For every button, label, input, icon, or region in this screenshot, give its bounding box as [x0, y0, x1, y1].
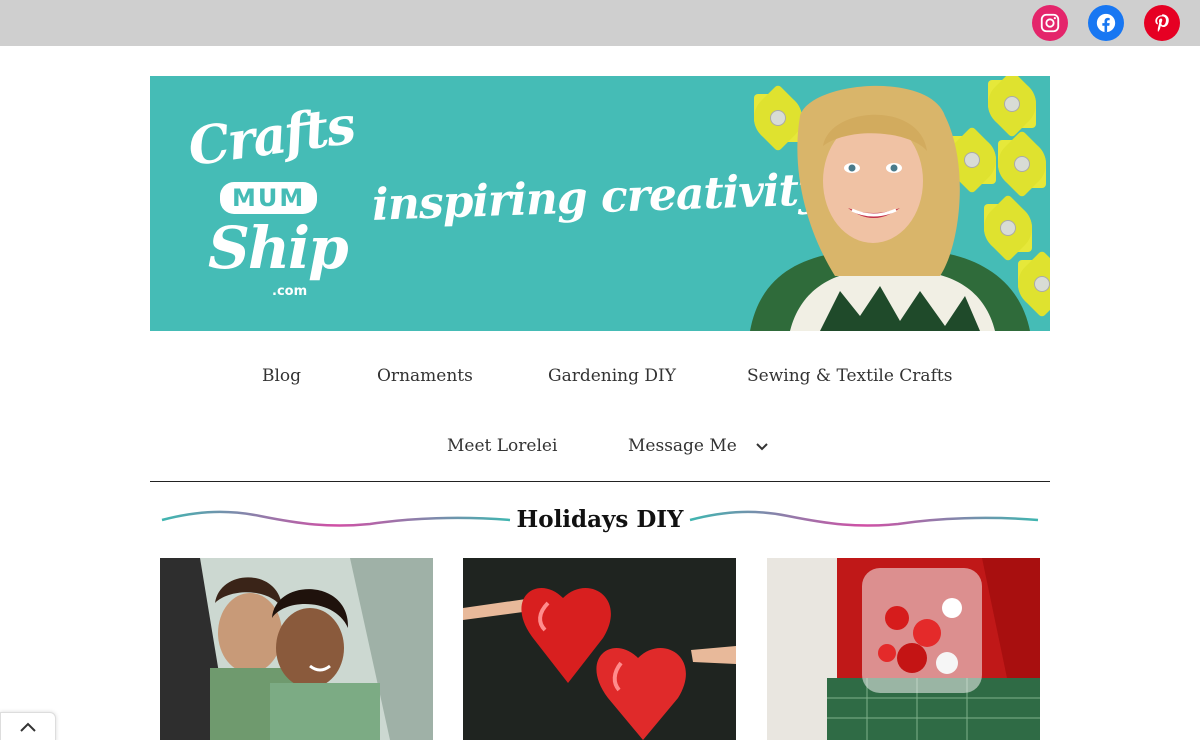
girls-in-car-photo — [160, 558, 433, 740]
post-card-image[interactable] — [463, 558, 736, 740]
back-to-top-button[interactable] — [0, 712, 56, 740]
logo-line-ship: Ship — [208, 214, 349, 282]
logo-domain: .com — [272, 284, 308, 299]
post-card-image[interactable] — [767, 558, 1040, 740]
logo-line-crafts: Crafts — [184, 94, 358, 179]
post-card-image[interactable] — [160, 558, 433, 740]
main-navigation: Blog Ornaments Gardening DIY Sewing & Te… — [150, 340, 1050, 482]
instagram-link[interactable] — [1032, 5, 1068, 41]
nav-item-sewing-textile-crafts[interactable]: Sewing & Textile Crafts — [747, 366, 952, 386]
red-jar-crafts-photo — [767, 558, 1040, 740]
instagram-icon — [1040, 13, 1060, 33]
pinterest-link[interactable] — [1144, 5, 1180, 41]
logo-mum-badge: MUM — [220, 182, 318, 214]
site-banner[interactable]: Crafts MUM Ship .com inspiring creativit… — [150, 76, 1050, 331]
nav-item-meet-lorelei[interactable]: Meet Lorelei — [447, 436, 557, 456]
facebook-icon — [1096, 13, 1116, 33]
nav-item-gardening-diy[interactable]: Gardening DIY — [548, 366, 676, 386]
top-social-bar — [0, 0, 1200, 46]
pinterest-icon — [1155, 14, 1169, 32]
facebook-link[interactable] — [1088, 5, 1124, 41]
heart-balloons-photo — [463, 558, 736, 740]
nav-item-ornaments[interactable]: Ornaments — [377, 366, 473, 386]
nav-item-blog[interactable]: Blog — [262, 366, 301, 386]
portrait-photo — [750, 85, 1030, 331]
nav-item-message-me-label: Message Me — [628, 436, 737, 456]
chevron-down-icon[interactable] — [756, 442, 768, 451]
site-logo[interactable]: Crafts MUM Ship .com — [180, 95, 358, 306]
nav-item-message-me[interactable]: Message Me — [628, 436, 768, 456]
chevron-up-icon — [20, 722, 36, 732]
decorative-squiggle-right — [689, 510, 1039, 527]
